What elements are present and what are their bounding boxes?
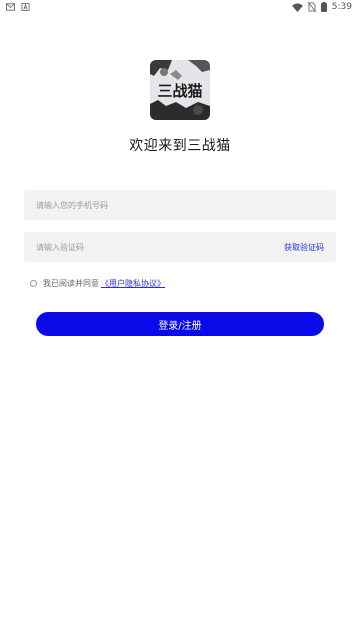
battery-icon bbox=[320, 2, 327, 12]
status-time: 5:39 bbox=[331, 2, 352, 12]
phone-input[interactable] bbox=[24, 189, 336, 221]
status-bar: 5:39 bbox=[0, 0, 360, 14]
verification-code-input[interactable] bbox=[24, 231, 284, 263]
privacy-agreement-link[interactable]: 《用户隐私协议》 bbox=[101, 278, 165, 289]
app-logo: 三战猫 bbox=[150, 60, 210, 120]
agree-text: 我已阅读并同意 bbox=[43, 279, 99, 288]
logo-text: 三战猫 bbox=[157, 82, 202, 100]
status-right: 5:39 bbox=[291, 2, 360, 12]
no-sim-icon bbox=[307, 2, 316, 12]
agreement-row: 我已阅读并同意 《用户隐私协议》 bbox=[30, 278, 165, 289]
phone-field[interactable] bbox=[24, 189, 336, 221]
code-field[interactable]: 获取验证码 bbox=[24, 231, 336, 263]
a-icon bbox=[21, 3, 30, 11]
login-register-button[interactable]: 登录/注册 bbox=[36, 312, 324, 336]
app-logo-image: 三战猫 bbox=[150, 60, 210, 120]
get-code-button[interactable]: 获取验证码 bbox=[284, 242, 336, 253]
agree-radio[interactable] bbox=[30, 280, 37, 287]
welcome-title: 欢迎来到三战猫 bbox=[129, 138, 231, 154]
status-left bbox=[0, 3, 30, 11]
wifi-icon bbox=[291, 2, 303, 12]
mail-icon bbox=[6, 3, 15, 11]
